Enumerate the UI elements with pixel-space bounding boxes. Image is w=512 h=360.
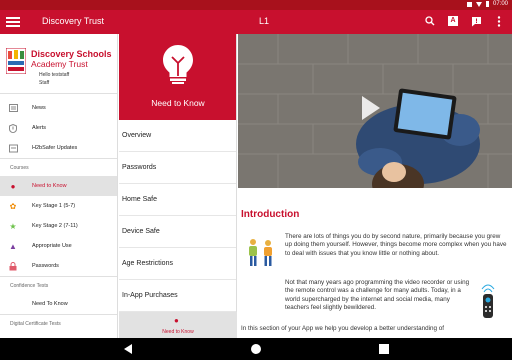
- system-navigation-bar: [0, 338, 512, 360]
- school-header: Discovery Schools Academy Trust Hello te…: [0, 34, 117, 94]
- translate-icon[interactable]: A: [446, 14, 460, 28]
- lesson-item-in-app-purchases[interactable]: In-App Purchases: [119, 280, 236, 312]
- lesson-title: Need to Know: [151, 98, 205, 108]
- lightbulb-icon: [163, 45, 193, 84]
- star-icon: ★: [9, 221, 17, 231]
- lock-icon: [8, 261, 18, 271]
- lesson-footer-tab[interactable]: ● Need to Know: [119, 312, 237, 338]
- wifi-icon: [475, 1, 482, 7]
- bulb-icon: ●: [174, 316, 179, 325]
- user-role: Staff: [39, 80, 50, 86]
- status-time: 07:00: [492, 1, 508, 7]
- certificate-tests-label: Digital Certificate Tests: [0, 314, 117, 332]
- lesson-footer-label: Need to Know: [162, 329, 194, 335]
- children-walking-icon: [249, 239, 272, 266]
- school-name-subtitle: Academy Trust: [31, 59, 88, 69]
- sidebar-item-updates[interactable]: H2bSafer Updates: [0, 138, 117, 158]
- lesson-item-overview[interactable]: Overview: [119, 120, 236, 152]
- play-icon[interactable]: [362, 96, 380, 120]
- sidebar-item-label: Need to Know: [32, 183, 67, 189]
- news-icon: [8, 103, 18, 113]
- home-icon[interactable]: [250, 343, 262, 355]
- lesson-panel: Need to Know Overview Passwords Home Saf…: [119, 34, 237, 338]
- sidebar-item-label: Key Stage 1 (5-7): [32, 203, 76, 209]
- back-icon[interactable]: [122, 343, 134, 355]
- lesson-item-home-safe[interactable]: Home Safe: [119, 184, 236, 216]
- sidebar-item-news[interactable]: News: [0, 98, 117, 118]
- menu-icon[interactable]: [6, 15, 20, 29]
- page-subtitle: L1: [259, 16, 270, 26]
- sidebar-item-alerts[interactable]: Alerts: [0, 118, 117, 138]
- more-icon[interactable]: [492, 14, 506, 28]
- chat-icon[interactable]: [469, 14, 483, 28]
- sidebar-item-label: Key Stage 2 (7-11): [32, 223, 78, 229]
- sidebar-item-appropriate-use[interactable]: ▲ Appropriate Use: [0, 236, 117, 256]
- sidebar-item-need-to-know[interactable]: ● Need to Know: [0, 176, 117, 196]
- confidence-tests-label: Confidence Tests: [0, 276, 117, 294]
- school-name: Discovery Schools: [31, 49, 112, 59]
- lesson-item-age-restrictions[interactable]: Age Restrictions: [119, 248, 236, 280]
- confidence-test-icon: [8, 299, 18, 309]
- sidebar-item-label: Alerts: [32, 125, 47, 131]
- thumbs-up-icon: ▲: [9, 241, 17, 251]
- intro-paragraph-3: In this section of your App we help you …: [241, 325, 445, 332]
- updates-icon: [8, 143, 18, 153]
- sidebar-item-label: News: [32, 105, 46, 111]
- lesson-header: Need to Know: [119, 34, 236, 120]
- lesson-item-device-safe[interactable]: Device Safe: [119, 216, 236, 248]
- search-icon[interactable]: [423, 14, 437, 28]
- intro-paragraph-1: There are lots of things you do by secon…: [285, 233, 507, 257]
- sidebar-item-label: Need To Know: [32, 301, 68, 307]
- lesson-item-passwords[interactable]: Passwords: [119, 152, 236, 184]
- intro-paragraph-2: Not that many years ago programming the …: [285, 279, 470, 312]
- section-heading: Introduction: [241, 209, 300, 220]
- app-title: Discovery Trust: [42, 16, 105, 26]
- intro-video[interactable]: [238, 34, 512, 188]
- app-bar: Discovery Trust L1 A: [0, 10, 512, 34]
- sidebar-item-label: Appropriate Use: [32, 243, 72, 249]
- sidebar-item-label: H2bSafer Updates: [32, 145, 78, 151]
- paw-icon: ✿: [9, 201, 17, 211]
- sidebar-item-key-stage-1[interactable]: ✿ Key Stage 1 (5-7): [0, 196, 117, 216]
- courses-section-label: Courses: [0, 158, 117, 176]
- sidebar-item-confidence-need-to-know[interactable]: Need To Know: [0, 294, 117, 314]
- recent-apps-icon[interactable]: [378, 343, 390, 355]
- sidebar-item-label: Passwords: [32, 263, 59, 269]
- sidebar-item-passwords[interactable]: Passwords: [0, 256, 117, 276]
- remote-control-icon: [481, 284, 495, 318]
- bulb-icon: ●: [10, 181, 16, 191]
- alert-shield-icon: [8, 123, 18, 133]
- sidebar-item-key-stage-2[interactable]: ★ Key Stage 2 (7-11): [0, 216, 117, 236]
- notification-icon: [466, 1, 472, 7]
- user-greeting: Hello teststaff: [39, 72, 70, 78]
- battery-icon: [485, 1, 489, 7]
- status-bar: 07:00: [0, 0, 512, 10]
- translate-label: A: [448, 16, 458, 26]
- school-logo-icon: [6, 48, 26, 74]
- sidebar: Discovery Schools Academy Trust Hello te…: [0, 34, 118, 338]
- main-content: Introduction There are lots of things yo…: [238, 34, 512, 338]
